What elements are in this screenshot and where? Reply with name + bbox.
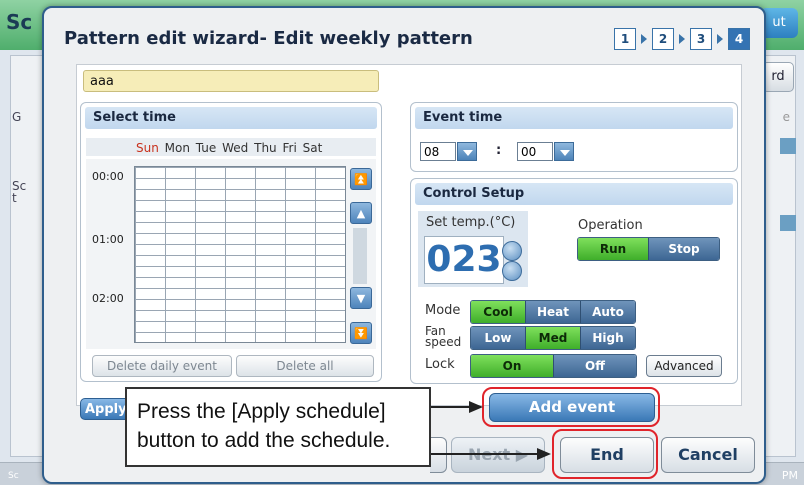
minute-select[interactable]: 00	[517, 142, 553, 161]
delete-all-button[interactable]: Delete all	[236, 355, 374, 377]
step-arrow-icon	[717, 34, 723, 44]
day-fri[interactable]: Fri	[283, 141, 297, 155]
background-label-e: e	[782, 110, 790, 124]
day-labels: Sun Mon Tue Wed Thu Fri Sat	[136, 141, 322, 155]
wizard-step-4: 4	[728, 28, 750, 50]
cancel-button[interactable]: Cancel	[661, 437, 755, 473]
day-wed[interactable]: Wed	[222, 141, 248, 155]
hour-label: 01:00	[92, 233, 124, 246]
fan-speed-label: Fan speed	[425, 324, 462, 349]
background-footer-left: Sc	[8, 471, 19, 481]
schedule-grid[interactable]	[134, 166, 346, 343]
temp-down-icon[interactable]	[502, 261, 522, 281]
day-sat[interactable]: Sat	[303, 141, 323, 155]
operation-run-button[interactable]: Run	[578, 238, 649, 260]
time-separator: :	[496, 143, 502, 158]
mode-cool-button[interactable]: Cool	[471, 301, 526, 323]
day-thu[interactable]: Thu	[254, 141, 277, 155]
wizard-step-3: 3	[690, 28, 712, 50]
fan-speed-toggle: Low Med High	[470, 326, 636, 350]
lock-on-button[interactable]: On	[471, 355, 554, 377]
fan-low-button[interactable]: Low	[471, 327, 526, 349]
wizard-step-2: 2	[652, 28, 674, 50]
chevron-down-icon[interactable]	[457, 142, 477, 161]
day-mon[interactable]: Mon	[165, 141, 190, 155]
chevron-down-icon[interactable]	[554, 142, 574, 161]
background-footer-time: PM	[781, 469, 798, 482]
mode-label: Mode	[425, 303, 461, 318]
scroll-up-icon[interactable]: ▲	[350, 202, 372, 224]
set-temp-value: 023	[424, 236, 504, 284]
operation-toggle: Run Stop	[577, 237, 720, 261]
dialog-title: Pattern edit wizard- Edit weekly pattern	[64, 28, 473, 49]
step-arrow-icon	[679, 34, 685, 44]
mode-auto-button[interactable]: Auto	[581, 301, 635, 323]
operation-stop-button[interactable]: Stop	[649, 238, 719, 260]
callout-arrow-line	[431, 453, 539, 455]
mode-toggle: Cool Heat Auto	[470, 300, 636, 324]
background-label-g: G	[12, 110, 22, 124]
advanced-button[interactable]: Advanced	[646, 355, 722, 377]
event-time-group: Event time	[410, 102, 738, 172]
set-temp-label: Set temp.(°C)	[426, 215, 516, 230]
event-time-header: Event time	[415, 107, 733, 129]
day-sun[interactable]: Sun	[136, 141, 159, 155]
background-label-sc: Sc t	[12, 179, 27, 205]
pattern-name-field[interactable]: aaa	[83, 70, 379, 92]
fan-high-button[interactable]: High	[581, 327, 635, 349]
arrow-right-icon	[537, 448, 551, 460]
callout-line-1: Press the [Apply schedule]	[137, 400, 386, 423]
delete-daily-event-button[interactable]: Delete daily event	[92, 355, 232, 377]
background-strip	[780, 138, 796, 154]
instruction-callout: Press the [Apply schedule] button to add…	[125, 387, 431, 467]
operation-label: Operation	[578, 218, 643, 233]
temp-up-icon[interactable]	[502, 241, 522, 261]
wizard-step-1: 1	[614, 28, 636, 50]
step-arrow-icon	[641, 34, 647, 44]
callout-line-2: button to add the schedule.	[137, 429, 391, 452]
wizard-steps: 1 2 3 4	[614, 28, 750, 50]
day-tue[interactable]: Tue	[196, 141, 217, 155]
scroll-bottom-icon[interactable]: ⏬	[350, 322, 372, 344]
previous-button[interactable]	[430, 437, 447, 473]
fan-med-button[interactable]: Med	[526, 327, 581, 349]
lock-off-button[interactable]: Off	[554, 355, 636, 377]
select-time-header: Select time	[85, 107, 377, 129]
end-highlight	[552, 429, 658, 479]
background-right-button[interactable]: rd	[762, 62, 794, 92]
hour-label: 02:00	[92, 292, 124, 305]
hour-select[interactable]: 08	[420, 142, 456, 161]
scroll-top-icon[interactable]: ⏫	[350, 168, 372, 190]
lock-toggle: On Off	[470, 354, 637, 378]
callout-arrow-line	[431, 406, 471, 408]
arrow-right-icon	[469, 401, 483, 413]
background-title: Sc	[6, 10, 33, 34]
background-strip	[780, 215, 796, 231]
add-event-highlight	[482, 387, 660, 427]
scroll-down-icon[interactable]: ▼	[350, 287, 372, 309]
hour-label: 00:00	[92, 170, 124, 183]
lock-label: Lock	[425, 357, 455, 372]
control-setup-header: Control Setup	[415, 183, 733, 205]
next-button[interactable]: Next ▶	[451, 437, 545, 473]
scroll-track[interactable]	[353, 228, 367, 284]
mode-heat-button[interactable]: Heat	[526, 301, 581, 323]
